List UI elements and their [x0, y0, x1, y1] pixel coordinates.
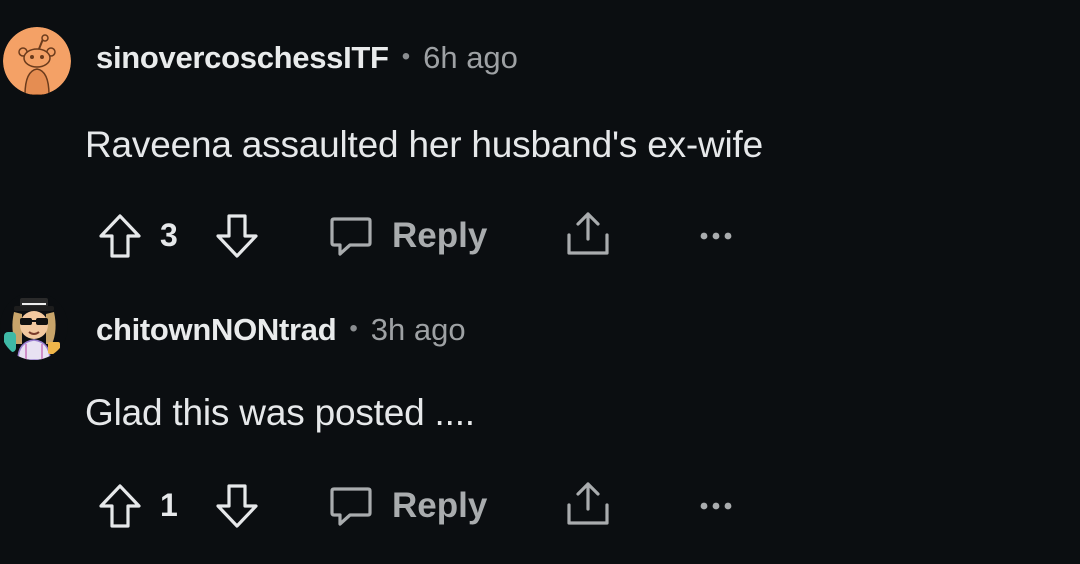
snoo-avatar-icon[interactable]: [3, 27, 71, 95]
speech-bubble-icon: [328, 483, 374, 529]
vote-count: 1: [160, 486, 178, 523]
upvote-arrow-icon[interactable]: [97, 483, 143, 529]
separator-dot: •: [401, 43, 411, 70]
reply-label: Reply: [392, 486, 488, 525]
more-options-icon[interactable]: [694, 213, 738, 259]
more-options-icon[interactable]: [694, 483, 738, 529]
separator-dot: •: [349, 315, 358, 342]
comment: sinovercoschessITF • 6h ago Raveena assa…: [0, 0, 1080, 270]
custom-avatar-icon[interactable]: [0, 292, 68, 360]
reply-button[interactable]: Reply: [328, 211, 487, 261]
username[interactable]: chitownNONtrad: [96, 312, 337, 348]
reply-label: Reply: [392, 216, 488, 255]
timestamp: 3h ago: [370, 312, 466, 347]
timestamp: 6h ago: [423, 40, 518, 75]
speech-bubble-icon: [328, 213, 374, 259]
username[interactable]: sinovercoschessITF: [96, 40, 389, 76]
comment-body: Glad this was posted ....: [85, 392, 475, 433]
vote-count: 3: [160, 216, 178, 253]
share-icon[interactable]: [565, 209, 611, 259]
comment-actions: 1 Reply: [0, 475, 1080, 535]
comment: chitownNONtrad • 3h ago Glad this was po…: [0, 270, 1080, 564]
comment-body: Raveena assaulted her husband's ex-wife: [85, 124, 764, 165]
upvote-arrow-icon[interactable]: [97, 213, 143, 259]
reply-button[interactable]: Reply: [328, 481, 487, 531]
downvote-arrow-icon[interactable]: [214, 213, 260, 259]
share-icon[interactable]: [565, 479, 611, 529]
comment-actions: 3 Reply: [0, 205, 1080, 265]
comment-meta: chitownNONtrad • 3h ago: [96, 312, 466, 348]
comment-meta: sinovercoschessITF • 6h ago: [96, 40, 518, 76]
downvote-arrow-icon[interactable]: [214, 483, 260, 529]
